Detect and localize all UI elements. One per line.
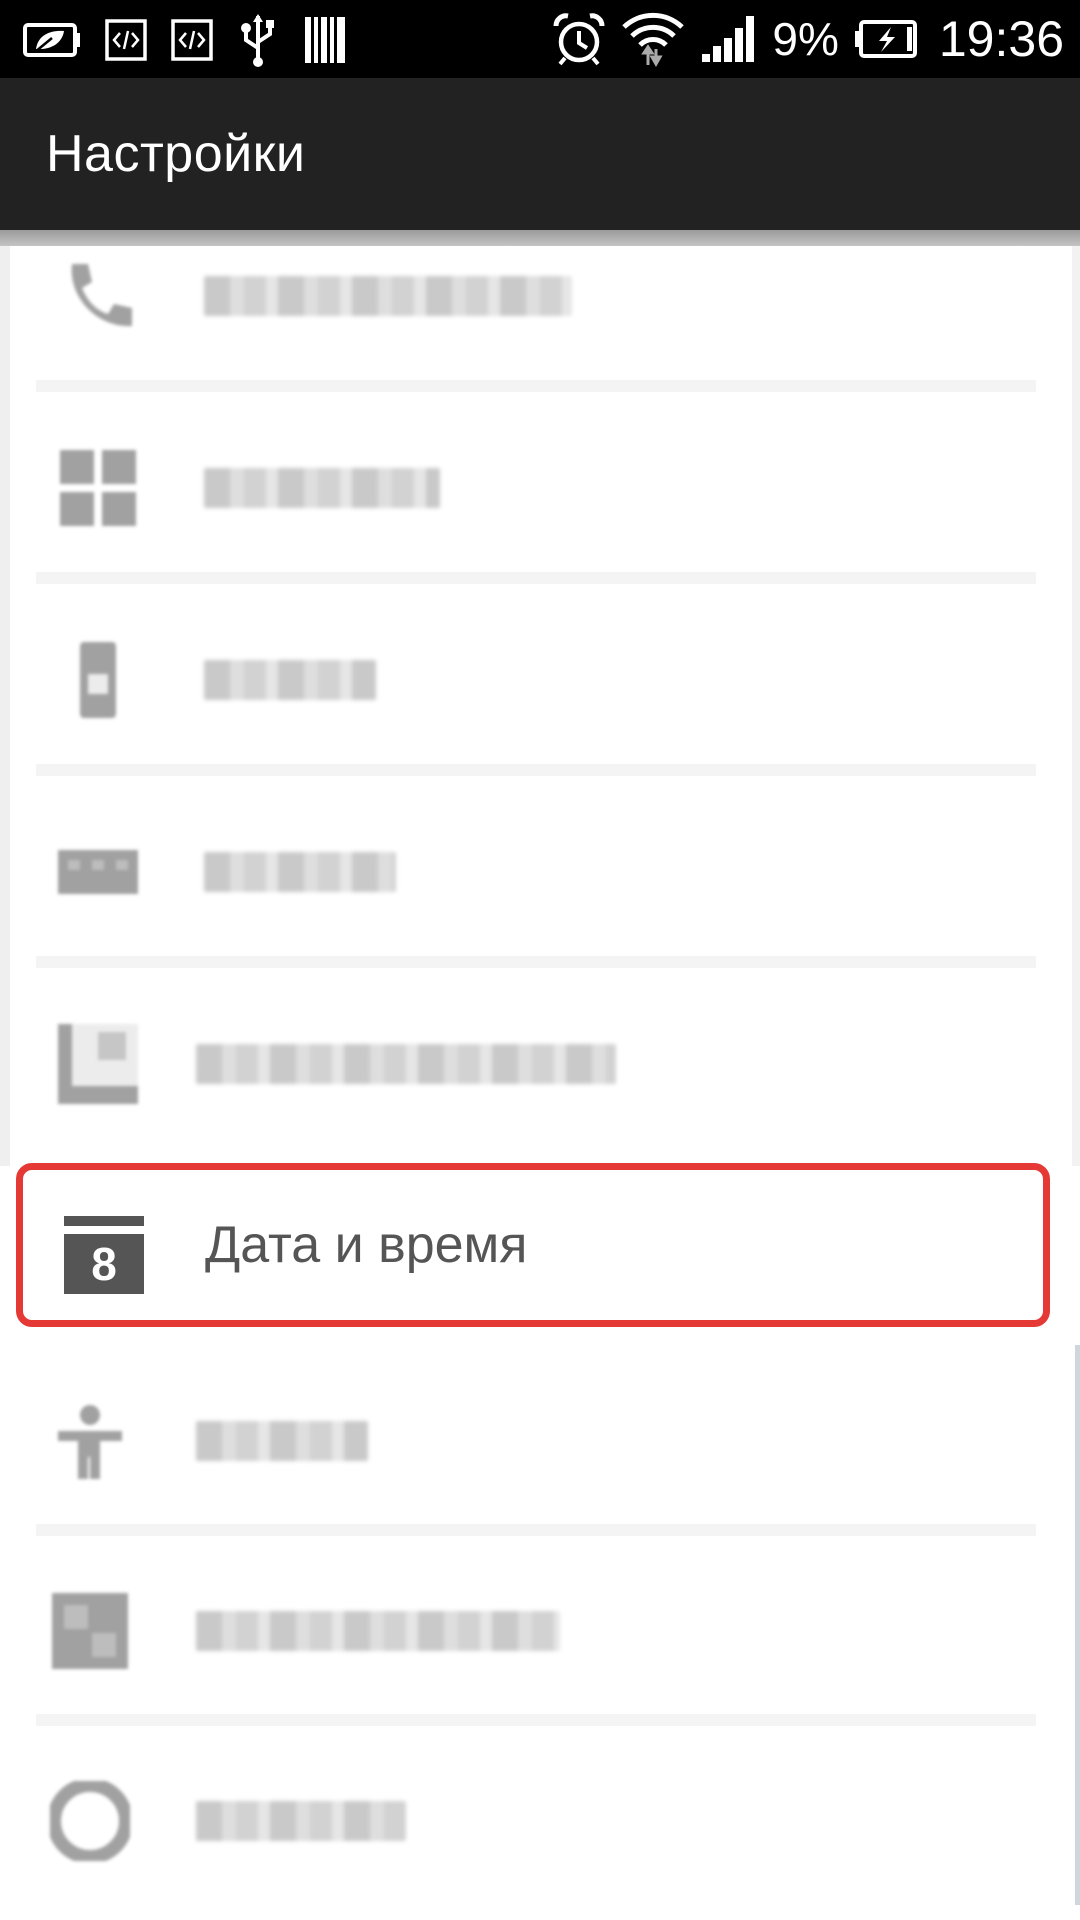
blurred-label [196,1801,406,1841]
list-item[interactable] [36,584,1036,776]
blurred-label [204,852,396,892]
blurred-label [196,1611,560,1651]
battery-charging-icon [854,20,917,58]
blurred-label [204,660,376,700]
barcode-icon [305,17,345,63]
info-icon [50,1781,130,1861]
list-left-edge [0,246,10,1166]
call-icon [71,264,132,327]
leaf-battery-icon [23,23,80,57]
divider [36,956,1036,968]
calendar-icon: 8 [64,1216,144,1294]
list-item[interactable] [36,1346,1036,1536]
usb-icon [241,14,274,67]
divider [36,764,1036,776]
wifi-icon [622,12,685,67]
clock-time: 19:36 [938,11,1064,67]
accessibility-icon [58,1405,122,1479]
code-icon [171,19,213,61]
grid-icon [60,450,136,526]
divider [36,1524,1036,1536]
status-bar-notifications [22,12,348,68]
list-right-edge [1072,246,1080,1166]
phone-icon [80,642,116,718]
settings-item-date-time[interactable]: 8 Дата и время [16,1163,1050,1327]
signal-icon [702,16,755,62]
calendar-top-bar [64,1216,144,1226]
list-item[interactable] [36,968,1036,1160]
list-item[interactable] [36,776,1036,968]
divider [36,572,1036,584]
list-item[interactable] [36,392,1036,584]
alarm-icon [553,13,605,66]
blurred-label [196,1421,368,1461]
list-item[interactable] [36,1536,1036,1726]
printer-icon [52,1593,128,1669]
blurred-label [196,1044,616,1084]
blurred-label [204,468,440,508]
calendar-day-number: 8 [91,1238,117,1290]
divider [36,1714,1036,1726]
blurred-label [204,276,572,316]
status-bar: 9% 19:36 [0,0,1080,78]
battery-percent: 9% [772,13,839,65]
scrollbar[interactable] [1075,1345,1080,1905]
screen-icon [58,1024,138,1104]
keyboard-icon [58,850,138,894]
list-item[interactable] [36,200,1036,392]
list-item[interactable] [36,1726,1036,1916]
status-bar-system: 9% 19:36 [552,8,1064,70]
settings-item-label: Дата и время [205,1216,528,1274]
divider [36,380,1036,392]
code-icon [105,19,147,61]
